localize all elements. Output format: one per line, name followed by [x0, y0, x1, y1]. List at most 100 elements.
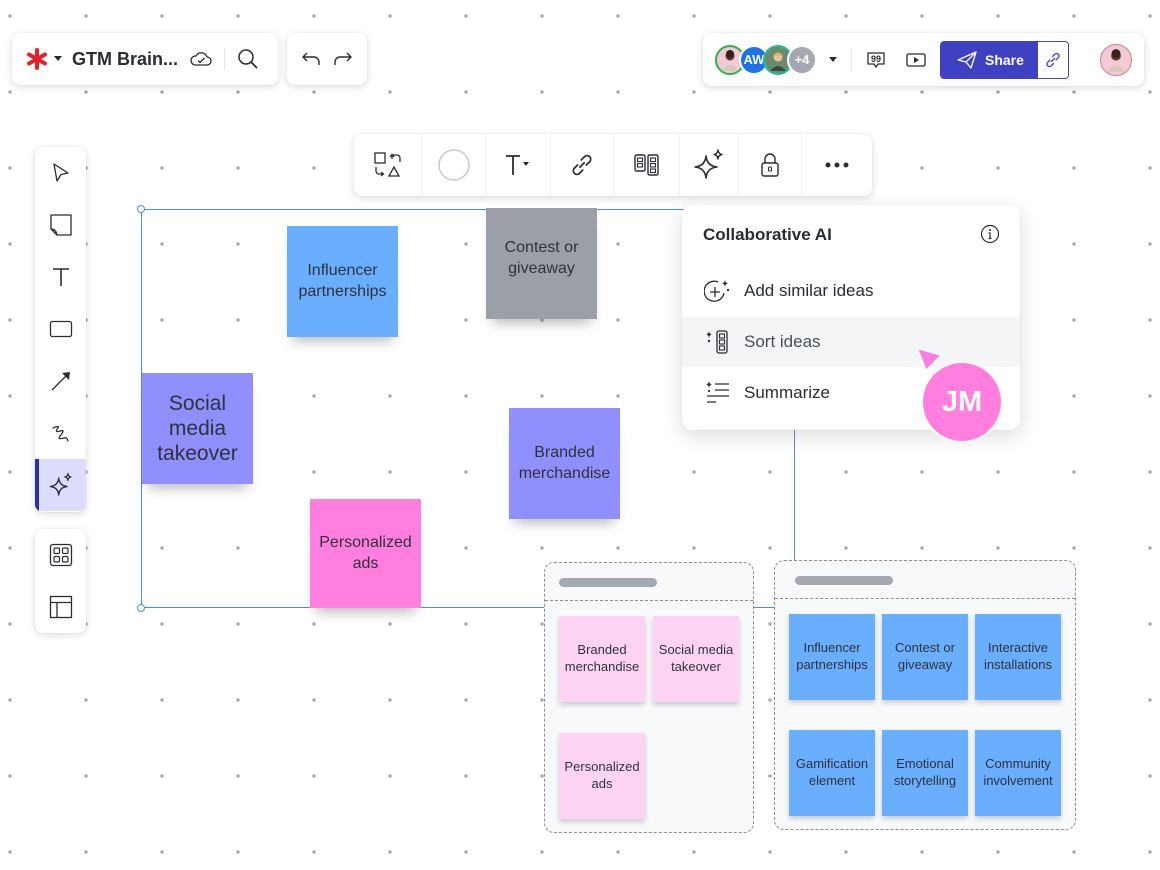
container-header[interactable] — [775, 561, 1075, 599]
context-toolbar — [354, 134, 872, 196]
sticky-note[interactable]: Personalized ads — [559, 733, 645, 819]
share-group: Share — [940, 40, 1069, 79]
sticky-note[interactable]: Personalized ads — [310, 499, 421, 608]
sort-container-pink[interactable]: Branded merchandise Social media takeove… — [544, 562, 754, 833]
swap-shapes-button[interactable] — [354, 134, 422, 196]
text-tool[interactable] — [35, 251, 86, 303]
sort-sparkle-icon — [704, 329, 732, 355]
divider — [851, 48, 852, 71]
menu-item-add-similar-ideas[interactable]: Add similar ideas — [682, 266, 1020, 316]
present-icon[interactable] — [906, 52, 926, 68]
share-button[interactable]: Share — [941, 41, 1038, 78]
ai-sparkle-icon — [49, 472, 72, 496]
fill-color-button[interactable] — [422, 134, 486, 196]
sticky-text: Contest or giveaway — [504, 239, 579, 277]
containers-icon — [633, 154, 659, 176]
sticky-text: Personalized ads — [564, 759, 640, 791]
sticky-note[interactable]: Community involvement — [975, 730, 1061, 816]
pointer-icon — [52, 163, 69, 182]
select-tool[interactable] — [35, 147, 86, 199]
line-tool[interactable] — [35, 355, 86, 407]
link-icon — [572, 154, 592, 176]
more-options-button[interactable] — [802, 134, 872, 196]
menu-item-label: Add similar ideas — [744, 281, 874, 300]
collaborator-avatars[interactable]: AW +4 — [715, 44, 817, 75]
sticky-text: Social media takeover — [157, 391, 238, 466]
add-sparkle-icon — [704, 278, 732, 304]
ai-tool[interactable] — [35, 459, 86, 511]
sticky-note-tool[interactable] — [35, 199, 86, 251]
sticky-note[interactable]: Influencer partnerships — [287, 226, 398, 337]
container-header[interactable] — [545, 563, 753, 601]
sticky-note[interactable]: Branded merchandise — [559, 616, 645, 702]
sticky-note[interactable]: Gamification element — [789, 730, 875, 816]
comment-icon[interactable]: 99 — [866, 51, 886, 69]
sticky-text: Community involvement — [983, 756, 1053, 788]
lock-button[interactable] — [739, 134, 802, 196]
sticky-text: Gamification element — [795, 756, 869, 788]
containers-button[interactable] — [614, 134, 680, 196]
layout-tool[interactable] — [35, 581, 86, 633]
resize-handle-bottom-left[interactable] — [137, 604, 145, 612]
sticky-note[interactable]: Emotional storytelling — [882, 730, 968, 816]
menu-item-sort-ideas[interactable]: Sort ideas — [682, 317, 1020, 367]
text-style-button[interactable] — [486, 134, 551, 196]
sticky-note[interactable]: Social media takeover — [142, 373, 253, 484]
link-button[interactable] — [551, 134, 614, 196]
ai-button[interactable] — [680, 134, 739, 196]
sort-container-blue[interactable]: Influencer partnerships Contest or givea… — [774, 560, 1076, 830]
secondary-tool-rail — [35, 529, 86, 633]
more-icon — [825, 162, 849, 168]
sticky-text: Emotional storytelling — [893, 756, 957, 788]
templates-icon — [49, 543, 72, 567]
sticky-note-icon — [49, 214, 72, 236]
tool-rail — [35, 147, 86, 512]
layout-icon — [49, 595, 72, 619]
sticky-note[interactable]: Influencer partnerships — [789, 614, 875, 700]
undo-icon[interactable] — [301, 51, 321, 67]
freehand-tool[interactable] — [35, 407, 86, 459]
sticky-note[interactable]: Branded merchandise — [509, 408, 620, 519]
sticky-text: Branded merchandise — [564, 642, 640, 674]
text-style-icon — [506, 155, 529, 175]
swap-shapes-icon — [373, 152, 401, 177]
redo-icon[interactable] — [333, 51, 353, 67]
sticky-text: Contest or giveaway — [895, 640, 955, 672]
container-title-placeholder — [795, 576, 893, 585]
lock-icon — [761, 153, 779, 177]
sticky-note[interactable]: Contest or giveaway — [486, 208, 597, 319]
caret-down-icon[interactable] — [829, 56, 837, 63]
info-icon[interactable] — [980, 224, 1000, 244]
sticky-text: Influencer partnerships — [796, 640, 868, 672]
sticky-note[interactable]: Social media takeover — [653, 616, 739, 702]
sticky-text: Personalized ads — [319, 533, 412, 572]
caret-down-icon[interactable] — [54, 56, 62, 62]
fill-color-icon — [437, 149, 470, 181]
rectangle-icon — [49, 320, 72, 338]
sticky-note[interactable]: Interactive installations — [975, 614, 1061, 700]
svg-text:99: 99 — [871, 54, 881, 64]
freehand-icon — [51, 425, 69, 442]
summarize-sparkle-icon — [704, 379, 732, 407]
container-title-placeholder — [559, 578, 657, 587]
resize-handle-top-left[interactable] — [137, 205, 145, 213]
lucid-logo-icon[interactable] — [26, 48, 48, 70]
current-user-avatar[interactable] — [1100, 43, 1132, 76]
document-header: GTM Brain... — [12, 33, 278, 85]
document-title[interactable]: GTM Brain... — [72, 49, 178, 70]
ai-sparkle-icon — [694, 149, 723, 179]
send-icon — [957, 50, 977, 69]
share-label: Share — [985, 51, 1024, 68]
more-collaborators-badge[interactable]: +4 — [787, 44, 817, 75]
collaboration-bar: AW +4 99 Share — [703, 33, 1144, 86]
text-icon — [52, 268, 69, 286]
templates-tool[interactable] — [35, 529, 86, 581]
sticky-note[interactable]: Contest or giveaway — [882, 614, 968, 700]
search-icon[interactable] — [237, 48, 259, 70]
arrow-icon — [51, 372, 70, 391]
copy-link-button[interactable] — [1037, 41, 1068, 78]
sticky-text: Branded merchandise — [518, 443, 611, 482]
shape-tool[interactable] — [35, 303, 86, 355]
link-icon — [1046, 52, 1060, 67]
sticky-text: Influencer partnerships — [298, 261, 387, 300]
